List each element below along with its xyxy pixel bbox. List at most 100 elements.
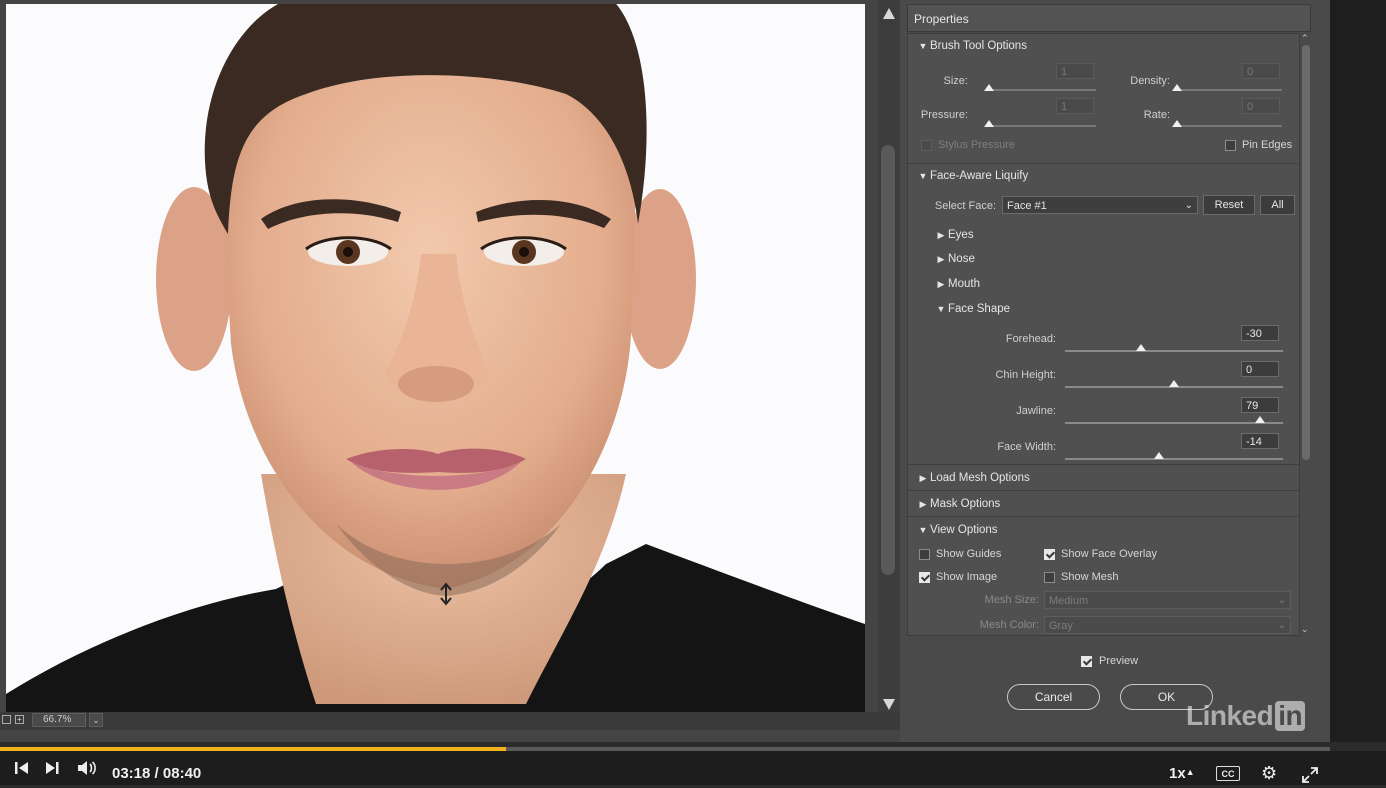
settings-gear-icon[interactable]: ⚙ — [1261, 764, 1277, 782]
playback-speed-value: 1x — [1169, 765, 1186, 782]
pin-edges-checkbox[interactable] — [1225, 140, 1236, 151]
chin-height-slider-thumb[interactable] — [1169, 380, 1179, 387]
panel-scroll-thumb[interactable] — [1302, 45, 1310, 460]
chevron-down-icon: ⌄ — [1277, 595, 1286, 606]
scroll-down-arrow-icon[interactable] — [883, 699, 895, 710]
skip-back-icon[interactable] — [15, 761, 29, 780]
portrait-image[interactable] — [6, 4, 865, 712]
divider — [908, 464, 1299, 465]
pin-edges-label: Pin Edges — [1242, 139, 1293, 151]
forehead-slider-track[interactable] — [1065, 350, 1283, 352]
size-slider-track[interactable] — [986, 89, 1096, 91]
forehead-slider-thumb[interactable] — [1136, 344, 1147, 351]
subsection-nose[interactable]: ▶ Nose — [926, 247, 1226, 271]
stylus-pressure-checkbox[interactable] — [921, 140, 932, 151]
rate-input[interactable]: 0 — [1242, 98, 1280, 114]
time-separator: / — [154, 765, 159, 782]
playback-speed-button[interactable]: 1x▲ — [1169, 765, 1195, 782]
skip-forward-glyph — [46, 762, 59, 774]
section-view-options[interactable]: ▼ View Options — [908, 518, 1299, 542]
mesh-color-label: Mesh Color: — [979, 619, 1039, 631]
subsection-label: Nose — [948, 253, 975, 265]
zoom-out-icon[interactable] — [2, 715, 11, 724]
pressure-slider-thumb[interactable] — [984, 120, 994, 127]
subsection-eyes[interactable]: ▶ Eyes — [926, 223, 1226, 247]
face-width-slider-thumb[interactable] — [1153, 452, 1164, 459]
pressure-input[interactable]: 1 — [1056, 98, 1094, 114]
section-mask-options[interactable]: ▶ Mask Options — [908, 492, 1299, 516]
select-face-dropdown[interactable]: Face #1 ⌄ — [1002, 196, 1198, 214]
subsection-face-shape[interactable]: ▼ Face Shape — [926, 297, 1226, 321]
subsection-label: Eyes — [948, 229, 974, 241]
subsection-label: Mouth — [948, 278, 980, 290]
reset-button[interactable]: Reset — [1203, 195, 1255, 215]
subsection-mouth[interactable]: ▶ Mouth — [926, 272, 1226, 296]
volume-icon[interactable] — [77, 760, 97, 781]
show-image-checkbox[interactable] — [919, 572, 930, 583]
canvas-status-bar: + 66.7% ⌄ — [0, 712, 900, 730]
forehead-input[interactable]: -30 — [1241, 325, 1279, 341]
jawline-input[interactable]: 79 — [1241, 397, 1279, 413]
pressure-label: Pressure: — [920, 109, 968, 121]
skip-forward-icon[interactable] — [45, 761, 59, 780]
divider — [908, 490, 1299, 491]
stylus-pressure-label: Stylus Pressure — [938, 139, 1016, 151]
jawline-slider-track[interactable] — [1065, 422, 1283, 424]
section-label: Load Mesh Options — [930, 472, 1030, 484]
mesh-color-dropdown[interactable]: Gray ⌄ — [1044, 616, 1291, 634]
linkedin-watermark: Linked in — [1186, 700, 1306, 732]
show-face-overlay-checkbox[interactable] — [1044, 549, 1055, 560]
size-slider-thumb[interactable] — [984, 84, 994, 91]
right-edge-strip — [1330, 0, 1386, 742]
density-input[interactable]: 0 — [1242, 63, 1280, 79]
scroll-up-arrow-icon[interactable] — [883, 8, 895, 19]
density-slider-thumb[interactable] — [1172, 84, 1182, 91]
section-load-mesh-options[interactable]: ▶ Load Mesh Options — [908, 466, 1299, 490]
skip-back-glyph — [15, 762, 28, 774]
time-display: 03:18 / 08:40 — [112, 765, 201, 782]
section-label: View Options — [930, 524, 998, 536]
face-width-input[interactable]: -14 — [1241, 433, 1279, 449]
panel-scroll-down-icon[interactable]: ⌄ — [1301, 624, 1309, 635]
select-face-value: Face #1 — [1007, 200, 1047, 212]
preview-checkbox[interactable] — [1081, 656, 1092, 667]
density-slider-track[interactable] — [1174, 89, 1282, 91]
chin-height-input[interactable]: 0 — [1241, 361, 1279, 377]
all-button[interactable]: All — [1260, 195, 1295, 215]
portrait-illustration — [6, 4, 865, 712]
mesh-size-dropdown[interactable]: Medium ⌄ — [1044, 591, 1291, 609]
zoom-level-field[interactable]: 66.7% — [32, 713, 86, 727]
size-input[interactable]: 1 — [1056, 63, 1094, 79]
subsection-label: Face Shape — [948, 303, 1011, 315]
zoom-dropdown-chevron-icon[interactable]: ⌄ — [89, 713, 103, 727]
collapsed-triangle-icon: ▶ — [937, 279, 945, 289]
mesh-color-value: Gray — [1049, 620, 1073, 632]
rate-slider-track[interactable] — [1174, 125, 1282, 127]
collapsed-triangle-icon: ▶ — [919, 499, 927, 509]
jawline-slider-thumb[interactable] — [1255, 416, 1266, 423]
show-guides-checkbox[interactable] — [919, 549, 930, 560]
closed-captions-button[interactable]: CC — [1216, 766, 1240, 781]
section-label: Brush Tool Options — [930, 40, 1027, 52]
mesh-size-label: Mesh Size: — [984, 594, 1039, 606]
collapsed-triangle-icon: ▶ — [937, 230, 945, 240]
face-width-slider-track[interactable] — [1065, 458, 1283, 460]
section-brush-tool-options[interactable]: ▼ Brush Tool Options — [908, 34, 1299, 58]
chin-height-label: Chin Height: — [995, 369, 1056, 381]
rate-slider-thumb[interactable] — [1172, 120, 1182, 127]
show-mesh-checkbox[interactable] — [1044, 572, 1055, 583]
panel-scroll-up-icon[interactable]: ⌃ — [1301, 33, 1309, 44]
properties-header: Properties — [907, 4, 1311, 32]
canvas-scroll-thumb[interactable] — [881, 145, 895, 575]
cancel-button[interactable]: Cancel — [1007, 684, 1100, 710]
chevron-down-icon: ⌄ — [1277, 620, 1286, 631]
zoom-in-icon[interactable]: + — [15, 715, 24, 724]
show-guides-label: Show Guides — [936, 548, 1002, 560]
jawline-label: Jawline: — [1016, 405, 1056, 417]
linkedin-in-badge: in — [1275, 701, 1306, 731]
pressure-slider-track[interactable] — [986, 125, 1096, 127]
rate-label: Rate: — [1143, 109, 1170, 121]
face-width-label: Face Width: — [997, 441, 1056, 453]
section-face-aware-liquify[interactable]: ▼ Face-Aware Liquify — [908, 164, 1299, 188]
fullscreen-glyph — [1302, 767, 1318, 783]
